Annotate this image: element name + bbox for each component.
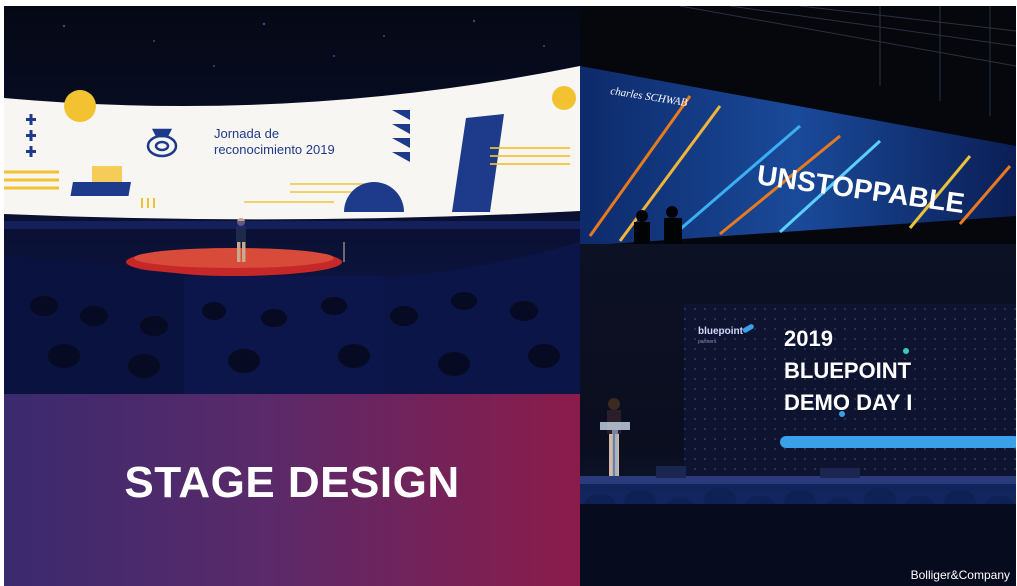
podium-stand [612,430,618,476]
accent-dot [903,348,909,354]
bluepoint-scene: bluepoint partners 2019 BLUEPOINT DEMO D… [580,304,1016,586]
audience [4,221,580,394]
blue-bar [70,182,131,196]
stage-monitor [656,466,686,478]
yellow-circle [64,90,96,122]
stage-glow [580,484,1016,504]
bluepoint-event: DEMO DAY I [784,390,912,415]
screen-text-line1: Jornada de [214,126,279,141]
stage-top [134,248,334,268]
screen-text-line2: reconocimiento 2019 [214,142,335,157]
bluepoint-event-photo: bluepoint partners 2019 BLUEPOINT DEMO D… [580,244,1016,586]
collage: Jornada de reconocimiento 2019 charles S… [4,6,1016,586]
ceiling-lights [62,19,545,67]
bluepoint-year: 2019 [784,326,833,351]
accent-bar [780,436,1016,448]
yellow-circle-right [552,86,576,110]
stage-monitor-2 [820,468,860,478]
accent-dot-2 [839,411,845,417]
plus-marks [26,114,36,157]
schwab-event-photo: charles SCHWAB UNSTOPPABLE [580,6,1016,244]
stage-design-title: STAGE DESIGN [124,458,460,507]
podium-top [600,422,630,430]
photo-credit: Bolliger&Company [910,568,1010,582]
title-panel: STAGE DESIGN [4,394,580,586]
bluepoint-name: BLUEPOINT [784,358,912,383]
correos-event-photo: Jornada de reconocimiento 2019 [4,6,580,394]
bluepoint-brand-sub: partners [698,339,717,345]
bluepoint-brand: bluepoint [698,326,744,337]
schwab-scene: charles SCHWAB UNSTOPPABLE [580,6,1016,244]
correos-scene: Jornada de reconocimiento 2019 [4,19,580,394]
stage-edge [580,476,1016,484]
